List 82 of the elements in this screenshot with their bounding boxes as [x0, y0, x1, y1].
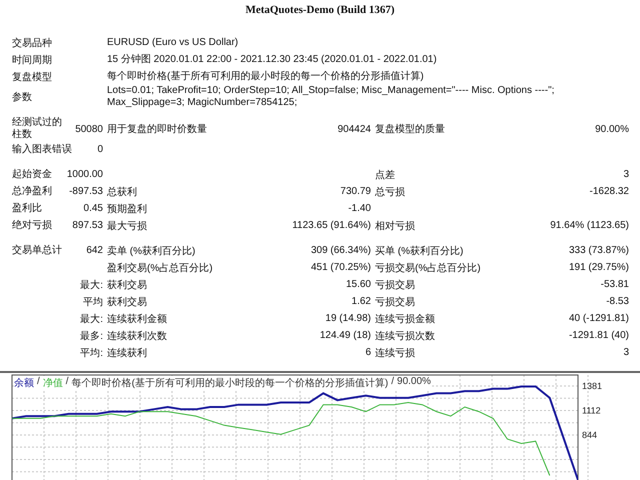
field-label: 交易单总计 [12, 244, 62, 256]
legend-quality: 90.00% [397, 376, 431, 389]
field-label: 点差 [375, 168, 395, 182]
legend-separator: / [391, 376, 394, 389]
field-value: 0.45 [84, 203, 103, 214]
field-value: 6 [365, 347, 371, 358]
legend-label: 净值 [42, 377, 63, 390]
field-label: 绝对亏损 [12, 220, 52, 232]
field-label: 亏损交易 [375, 278, 415, 292]
field-label: 连续亏损次数 [375, 330, 435, 342]
field-label: 经测试过的柱数 [12, 117, 63, 141]
legend-separator: / [66, 376, 69, 389]
legend-label: 余额 [14, 376, 34, 390]
field-label: 卖单 (%获利百分比) [107, 244, 196, 258]
field-value: -1.40 [348, 203, 371, 214]
field-value: 333 (73.87%) [568, 245, 629, 256]
field-value: 191 (29.75%) [568, 262, 629, 273]
field-value: 91.64% (1123.65) [550, 220, 629, 231]
field-value: 19 (14.98) [325, 313, 371, 324]
row-label: 最多: [80, 330, 103, 342]
field-label: 连续获利金额 [107, 312, 167, 326]
field-label: 输入图表错误 [12, 144, 72, 156]
field-value: 124.49 (18) [320, 330, 371, 341]
field-value: 50080 [75, 124, 103, 134]
field-value: 每个即时价格(基于所有可利用的最小时段的每一个价格的分形插值计算) [107, 70, 425, 82]
y-tick-label: 1112 [582, 406, 601, 416]
field-label: 亏损交易 [375, 296, 415, 308]
field-value: -1628.32 [590, 186, 629, 197]
row-label: 最大: [80, 312, 103, 326]
field-value: 451 (70.25%) [310, 262, 371, 273]
field-label: 总亏损 [375, 186, 405, 198]
field-label: 参数 [12, 90, 33, 104]
field-label: 相对亏损 [375, 220, 415, 232]
field-value: -53.81 [600, 279, 629, 290]
field-label: 买单 (%获利百分比) [375, 244, 464, 258]
field-value: 642 [86, 245, 103, 256]
row-label: 平均: [80, 346, 103, 360]
field-value: -1291.81 (40) [568, 330, 629, 341]
field-value: EURUSD (Euro vs US Dollar) [107, 36, 240, 48]
field-label: 连续亏损 [375, 346, 415, 360]
field-label: 起始资金 [12, 168, 52, 180]
field-value: 90.00% [595, 124, 629, 134]
field-label: 时间周期 [12, 54, 53, 66]
field-label: 盈利交易(%占总百分比) [107, 262, 213, 274]
field-label: 复盘模型 [12, 70, 53, 84]
row-label: 平均 [83, 296, 103, 308]
field-label: 连续获利 [107, 346, 147, 360]
field-label: 连续亏损金额 [375, 312, 435, 326]
field-value: 730.79 [340, 186, 371, 197]
field-value: 15.60 [346, 279, 371, 290]
field-label: 预期盈利 [107, 202, 147, 216]
row-label: 最大: [80, 278, 103, 292]
field-value: 3 [623, 169, 629, 180]
field-label: 连续获利次数 [107, 330, 167, 342]
field-value: 3 [623, 347, 629, 358]
field-label: 复盘模型的质量 [375, 122, 445, 136]
field-value: 15 分钟图 2020.01.01 22:00 - 2021.12.30 23:45 (2020.01.01 - 2022.01.01) [107, 54, 438, 66]
field-label: 盈利比 [12, 202, 42, 214]
field-label: 用于复盘的即时价数量 [107, 122, 207, 136]
field-label: 交易品种 [12, 36, 53, 50]
y-tick-label: 1381 [582, 380, 602, 391]
field-value: Lots=0.01; TakeProfit=10; OrderStep=10; All_Stop=false; Misc_Management="---- Misc. Options ----"; Max_Slippage=3; MagicNumber=7854125; [107, 85, 556, 109]
field-label: 亏损交易(%占总百分比) [375, 262, 481, 274]
field-value: 904424 [338, 124, 371, 134]
field-value: -897.53 [69, 186, 103, 197]
field-label: 获利交易 [107, 296, 147, 308]
legend-note: 每个即时价格(基于所有可利用的最小时段的每一个价格的分形插值计算) [72, 376, 388, 390]
field-value: 1123.65 (91.64%) [292, 220, 371, 231]
field-label: 最大亏损 [107, 220, 147, 232]
field-label: 获利交易 [107, 278, 147, 292]
field-value: 0 [97, 144, 103, 155]
y-tick-label: 844 [582, 430, 598, 440]
legend-separator: / [37, 376, 40, 389]
report-server-title: MetaQuotes-Demo (Build 1367) [245, 4, 395, 16]
field-value: 897.53 [72, 220, 103, 231]
field-label: 总获利 [107, 186, 137, 198]
field-label: 总净盈利 [12, 186, 52, 198]
field-value: 1.62 [352, 296, 371, 307]
field-value: -8.53 [606, 296, 629, 307]
field-value: 1000.00 [66, 169, 103, 180]
field-value: 309 (66.34%) [310, 245, 371, 256]
field-value: 40 (-1291.81) [568, 313, 629, 324]
